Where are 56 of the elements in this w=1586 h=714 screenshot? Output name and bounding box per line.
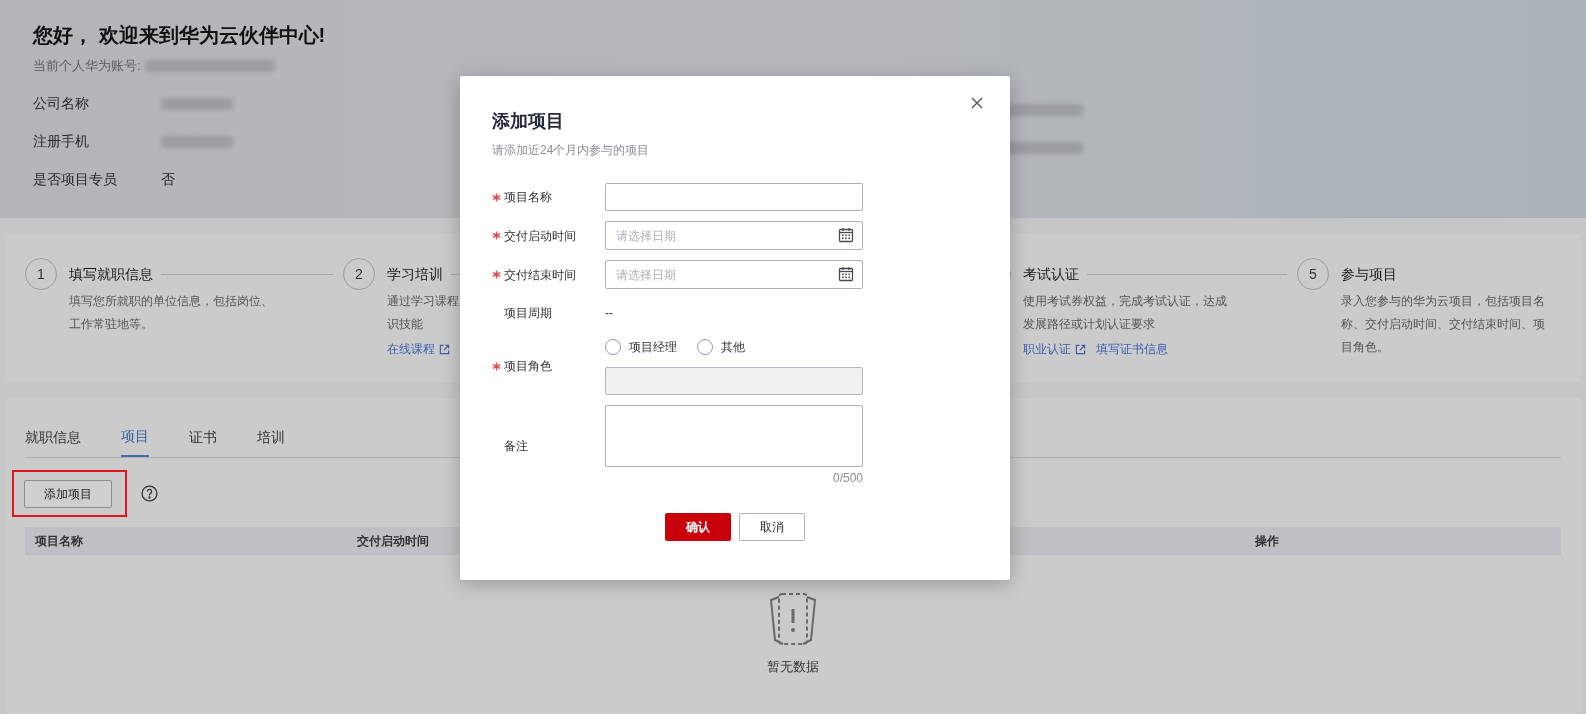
character-counter: 0/500 <box>832 470 863 487</box>
field-label: 注册手机 <box>33 132 90 151</box>
confirm-button[interactable]: 确认 <box>665 513 731 541</box>
dialog-title: 添加项目 <box>492 110 565 133</box>
help-icon <box>141 485 158 502</box>
step-link[interactable]: 职业认证 <box>1023 340 1086 358</box>
project-name-field[interactable] <box>605 183 863 211</box>
column-header: 项目名称 <box>35 533 84 550</box>
add-project-button[interactable]: 添加项目 <box>24 479 112 508</box>
project-period-value: -- <box>605 305 613 322</box>
calendar-icon <box>838 227 854 243</box>
tab[interactable]: 就职信息 <box>25 426 81 457</box>
step-title: 参与项目 <box>1341 264 1397 284</box>
tab[interactable]: 证书 <box>189 426 217 457</box>
step-description: 发展路径或计划认证要求 <box>1023 316 1155 333</box>
tab[interactable]: 培训 <box>257 426 285 457</box>
field-label: 是否项目专员 <box>33 170 118 189</box>
column-header: 交付启动时间 <box>357 533 430 550</box>
form-label: 项目名称 <box>504 189 552 206</box>
form-label: 交付启动时间 <box>504 227 576 245</box>
step-description: 称、交付启动时间、交付结束时间、项 <box>1341 316 1545 333</box>
step-link[interactable]: 在线课程 <box>387 340 450 358</box>
step-title: 考试认证 <box>1023 264 1079 284</box>
dialog-subtitle: 请添加近24个月内参与的项目 <box>492 142 651 159</box>
date-field[interactable]: 请选择日期 <box>605 221 863 250</box>
cancel-button[interactable]: 取消 <box>739 513 805 541</box>
form-label: 交付结束时间 <box>504 266 576 284</box>
radio-label: 项目经理 <box>629 339 677 356</box>
field-label: 公司名称 <box>33 94 90 113</box>
form-label: 项目角色 <box>504 358 552 375</box>
radio-label: 其他 <box>721 339 745 356</box>
calendar-icon <box>838 266 854 282</box>
redacted-block <box>161 97 233 110</box>
step-description: 填写您所就职的单位信息，包括岗位、 <box>69 293 273 310</box>
tab[interactable]: 项目 <box>121 426 149 457</box>
remarks-field[interactable] <box>605 405 863 467</box>
step-description: 目角色。 <box>1341 339 1389 356</box>
step-description: 识技能 <box>387 316 423 333</box>
field-value: 否 <box>161 170 175 189</box>
close-icon <box>971 97 983 109</box>
step-description: 工作常驻地等。 <box>69 316 153 333</box>
date-field[interactable]: 请选择日期 <box>605 260 863 289</box>
step-link[interactable]: 填写证书信息 <box>1096 340 1168 358</box>
empty-text: 暂无数据 <box>767 658 819 676</box>
step-description: 通过学习课程 <box>387 293 459 310</box>
redacted-block <box>161 135 233 148</box>
account-label: 当前个人华为账号: <box>33 57 141 75</box>
column-header: 操作 <box>1255 533 1280 550</box>
greeting-title: 您好， 欢迎来到华为云伙伴中心! <box>33 23 327 48</box>
form-label: 备注 <box>504 438 528 455</box>
step-title: 填写就职信息 <box>69 264 153 284</box>
step-description: 录入您参与的华为云项目，包括项目名 <box>1341 293 1545 310</box>
step-description: 使用考试券权益，完成考试认证，达成 <box>1023 293 1227 310</box>
form-label: 项目周期 <box>504 305 552 322</box>
empty-document-icon <box>767 591 819 647</box>
step-title: 学习培训 <box>387 264 443 284</box>
